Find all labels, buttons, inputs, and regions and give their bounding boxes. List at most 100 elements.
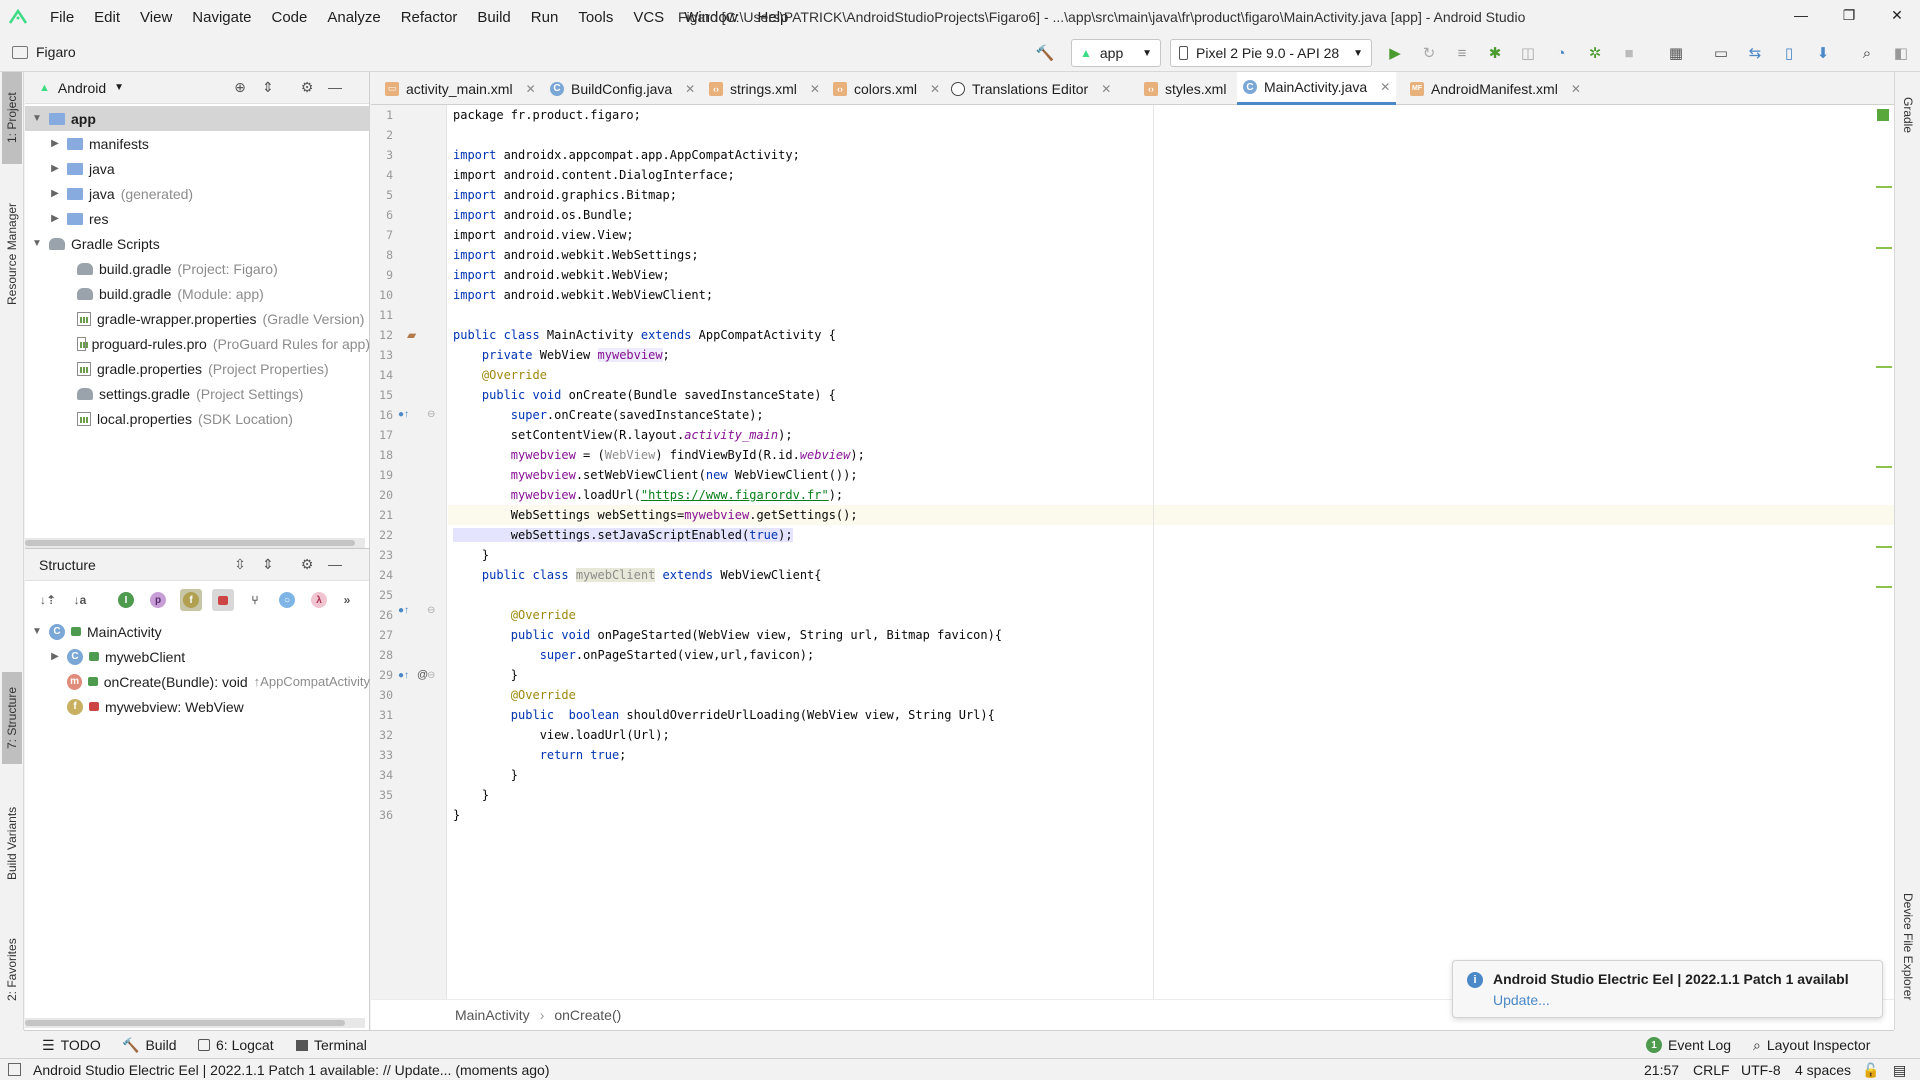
toggle-tool-windows-icon[interactable] — [8, 1063, 21, 1076]
expand-all-icon[interactable]: ⇳ — [231, 556, 249, 574]
scrollbar-thumb[interactable] — [25, 1020, 345, 1026]
tree-item-manifests[interactable]: ▶ manifests — [25, 131, 370, 156]
close-icon[interactable]: ✕ — [930, 82, 940, 96]
show-properties-icon[interactable]: p — [147, 589, 169, 611]
profile-icon[interactable]: ◔ — [1550, 43, 1572, 63]
update-notification[interactable]: i Android Studio Electric Eel | 2022.1.1… — [1452, 960, 1883, 1018]
tree-item-settings-gradle[interactable]: settings.gradle (Project Settings) — [25, 381, 370, 406]
project-view-selector[interactable]: Android — [58, 80, 106, 96]
build-tool-button[interactable]: 🔨 Build — [122, 1031, 177, 1059]
close-icon[interactable]: ✕ — [810, 82, 820, 96]
structure-tool-tab[interactable]: 7: Structure — [2, 672, 22, 764]
sync-gradle-icon[interactable]: ⇆ — [1744, 43, 1766, 63]
layout-inspector-tool-button[interactable]: ⌕ Layout Inspector — [1753, 1031, 1870, 1059]
menu-view[interactable]: View — [130, 9, 182, 26]
inspection-status-icon[interactable] — [1877, 109, 1889, 121]
menu-code[interactable]: Code — [261, 9, 317, 26]
attach-debugger-icon[interactable]: ✲ — [1584, 43, 1606, 63]
tree-item-java-generated[interactable]: ▶ java (generated) — [25, 181, 370, 206]
debug-icon[interactable]: ✱ — [1484, 43, 1506, 63]
scrollbar-thumb[interactable] — [25, 540, 355, 546]
assistant-icon[interactable]: ◧ — [1890, 43, 1912, 63]
run-icon[interactable]: ▶ — [1384, 43, 1406, 63]
menu-run[interactable]: Run — [521, 9, 569, 26]
tree-item-gradle-properties[interactable]: gradle.properties (Project Properties) — [25, 356, 370, 381]
show-fields-icon[interactable]: f — [180, 589, 202, 611]
tab-buildconfig-java[interactable]: C BuildConfig.java ✕ — [544, 72, 701, 105]
resource-manager-tab[interactable]: Resource Manager — [2, 184, 22, 324]
caret-position[interactable]: 21:57 — [1644, 1062, 1679, 1078]
tab-androidmanifest-xml[interactable]: MF AndroidManifest.xml ✕ — [1404, 72, 1587, 105]
menu-tools[interactable]: Tools — [568, 9, 623, 26]
project-breadcrumb[interactable]: Figaro — [12, 44, 76, 60]
fold-icon[interactable]: ⊖ — [427, 409, 435, 420]
override-marker-icon[interactable]: ●↑ — [398, 605, 409, 616]
gradle-tool-tab[interactable]: Gradle — [1898, 80, 1918, 150]
hide-panel-icon[interactable]: — — [326, 79, 344, 97]
coverage-icon[interactable]: ◫ — [1517, 43, 1539, 63]
file-encoding[interactable]: UTF-8 — [1741, 1062, 1781, 1078]
warning-stripe-mark[interactable] — [1876, 586, 1892, 588]
warning-stripe-mark[interactable] — [1876, 247, 1892, 249]
tab-activity-main-xml[interactable]: ▭ activity_main.xml ✕ — [379, 72, 542, 105]
close-icon[interactable]: ✕ — [1380, 80, 1390, 94]
structure-item-mywebclient[interactable]: ▶ C mywebClient — [25, 644, 370, 669]
horizontal-scrollbar[interactable] — [25, 1018, 365, 1028]
code-string-link[interactable]: "https://www.figarordv.fr" — [641, 488, 829, 502]
collapse-all-icon[interactable]: ⇕ — [259, 556, 277, 574]
collapse-all-icon[interactable]: ⇕ — [259, 79, 277, 97]
maximize-button[interactable]: ❐ — [1826, 0, 1872, 30]
project-tool-tab[interactable]: 1: Project — [2, 72, 22, 164]
tree-item-app[interactable]: ▼ app — [25, 106, 370, 131]
close-icon[interactable]: ✕ — [526, 82, 536, 96]
run-config-select[interactable]: ▲ app ▼ — [1071, 39, 1161, 67]
breadcrumb-method[interactable]: onCreate() — [554, 1007, 621, 1023]
stop-icon[interactable]: ■ — [1618, 43, 1640, 63]
apply-code-changes-icon[interactable]: ≡ — [1451, 43, 1473, 63]
tree-item-gradle-scripts[interactable]: ▼ Gradle Scripts — [25, 231, 370, 256]
menu-build[interactable]: Build — [467, 9, 520, 26]
terminal-tool-button[interactable]: Terminal — [296, 1031, 367, 1059]
show-anonymous-icon[interactable]: ⑂ — [244, 589, 266, 611]
gear-icon[interactable]: ⚙ — [298, 79, 316, 97]
minimize-button[interactable]: — — [1778, 0, 1824, 30]
sort-by-visibility-icon[interactable]: ↓⇡ — [37, 589, 59, 611]
warning-stripe-mark[interactable] — [1876, 546, 1892, 548]
gear-icon[interactable]: ⚙ — [298, 556, 316, 574]
favorites-tab[interactable]: 2: Favorites — [2, 922, 22, 1018]
horizontal-scrollbar[interactable] — [25, 538, 365, 548]
structure-item-mainactivity[interactable]: ▼ C MainActivity — [25, 619, 370, 644]
show-lambdas-icon[interactable]: λ — [308, 589, 330, 611]
tree-item-local-properties[interactable]: local.properties (SDK Location) — [25, 406, 370, 431]
tree-item-java[interactable]: ▶ java — [25, 156, 370, 181]
close-icon[interactable]: ✕ — [685, 82, 695, 96]
fold-icon[interactable]: ⊖ — [427, 605, 435, 616]
logcat-tool-button[interactable]: 6: Logcat — [198, 1031, 274, 1059]
tab-translations-editor[interactable]: Translations Editor ✕ — [945, 72, 1117, 105]
memory-indicator-icon[interactable]: ▤ — [1893, 1062, 1906, 1079]
indent-setting[interactable]: 4 spaces — [1795, 1062, 1851, 1078]
sort-alphabetically-icon[interactable]: ↓a — [69, 589, 91, 611]
warning-stripe-mark[interactable] — [1876, 366, 1892, 368]
show-interfaces-icon[interactable]: ○ — [276, 589, 298, 611]
menu-navigate[interactable]: Navigate — [182, 9, 261, 26]
structure-item-oncreate[interactable]: m onCreate(Bundle): void ↑AppCompatActiv… — [25, 669, 370, 694]
device-manager-icon[interactable]: ▯ — [1778, 43, 1800, 63]
show-non-public-icon[interactable] — [212, 589, 234, 611]
make-project-hammer-icon[interactable]: 🔨 — [1034, 43, 1056, 63]
locate-icon[interactable]: ⊕ — [231, 79, 249, 97]
event-log-tool-button[interactable]: 1 Event Log — [1646, 1031, 1731, 1059]
apply-changes-icon[interactable]: ↻ — [1418, 43, 1440, 63]
warning-stripe-mark[interactable] — [1876, 466, 1892, 468]
structure-item-mywebview[interactable]: f mywebview: WebView — [25, 694, 370, 719]
avd-manager-icon[interactable]: ▭ — [1710, 43, 1732, 63]
more-options-icon[interactable]: » — [336, 589, 358, 611]
line-separator[interactable]: CRLF — [1693, 1062, 1730, 1078]
tree-item-gradle-wrapper[interactable]: gradle-wrapper.properties (Gradle Versio… — [25, 306, 370, 331]
close-window-button[interactable]: ✕ — [1874, 0, 1920, 30]
device-file-explorer-tab[interactable]: Device File Explorer — [1898, 872, 1918, 1022]
project-structure-icon[interactable]: ▦ — [1665, 43, 1687, 63]
menu-file[interactable]: File — [40, 9, 84, 26]
menu-edit[interactable]: Edit — [84, 9, 130, 26]
tree-item-proguard-rules[interactable]: proguard-rules.pro (ProGuard Rules for a… — [25, 331, 370, 356]
